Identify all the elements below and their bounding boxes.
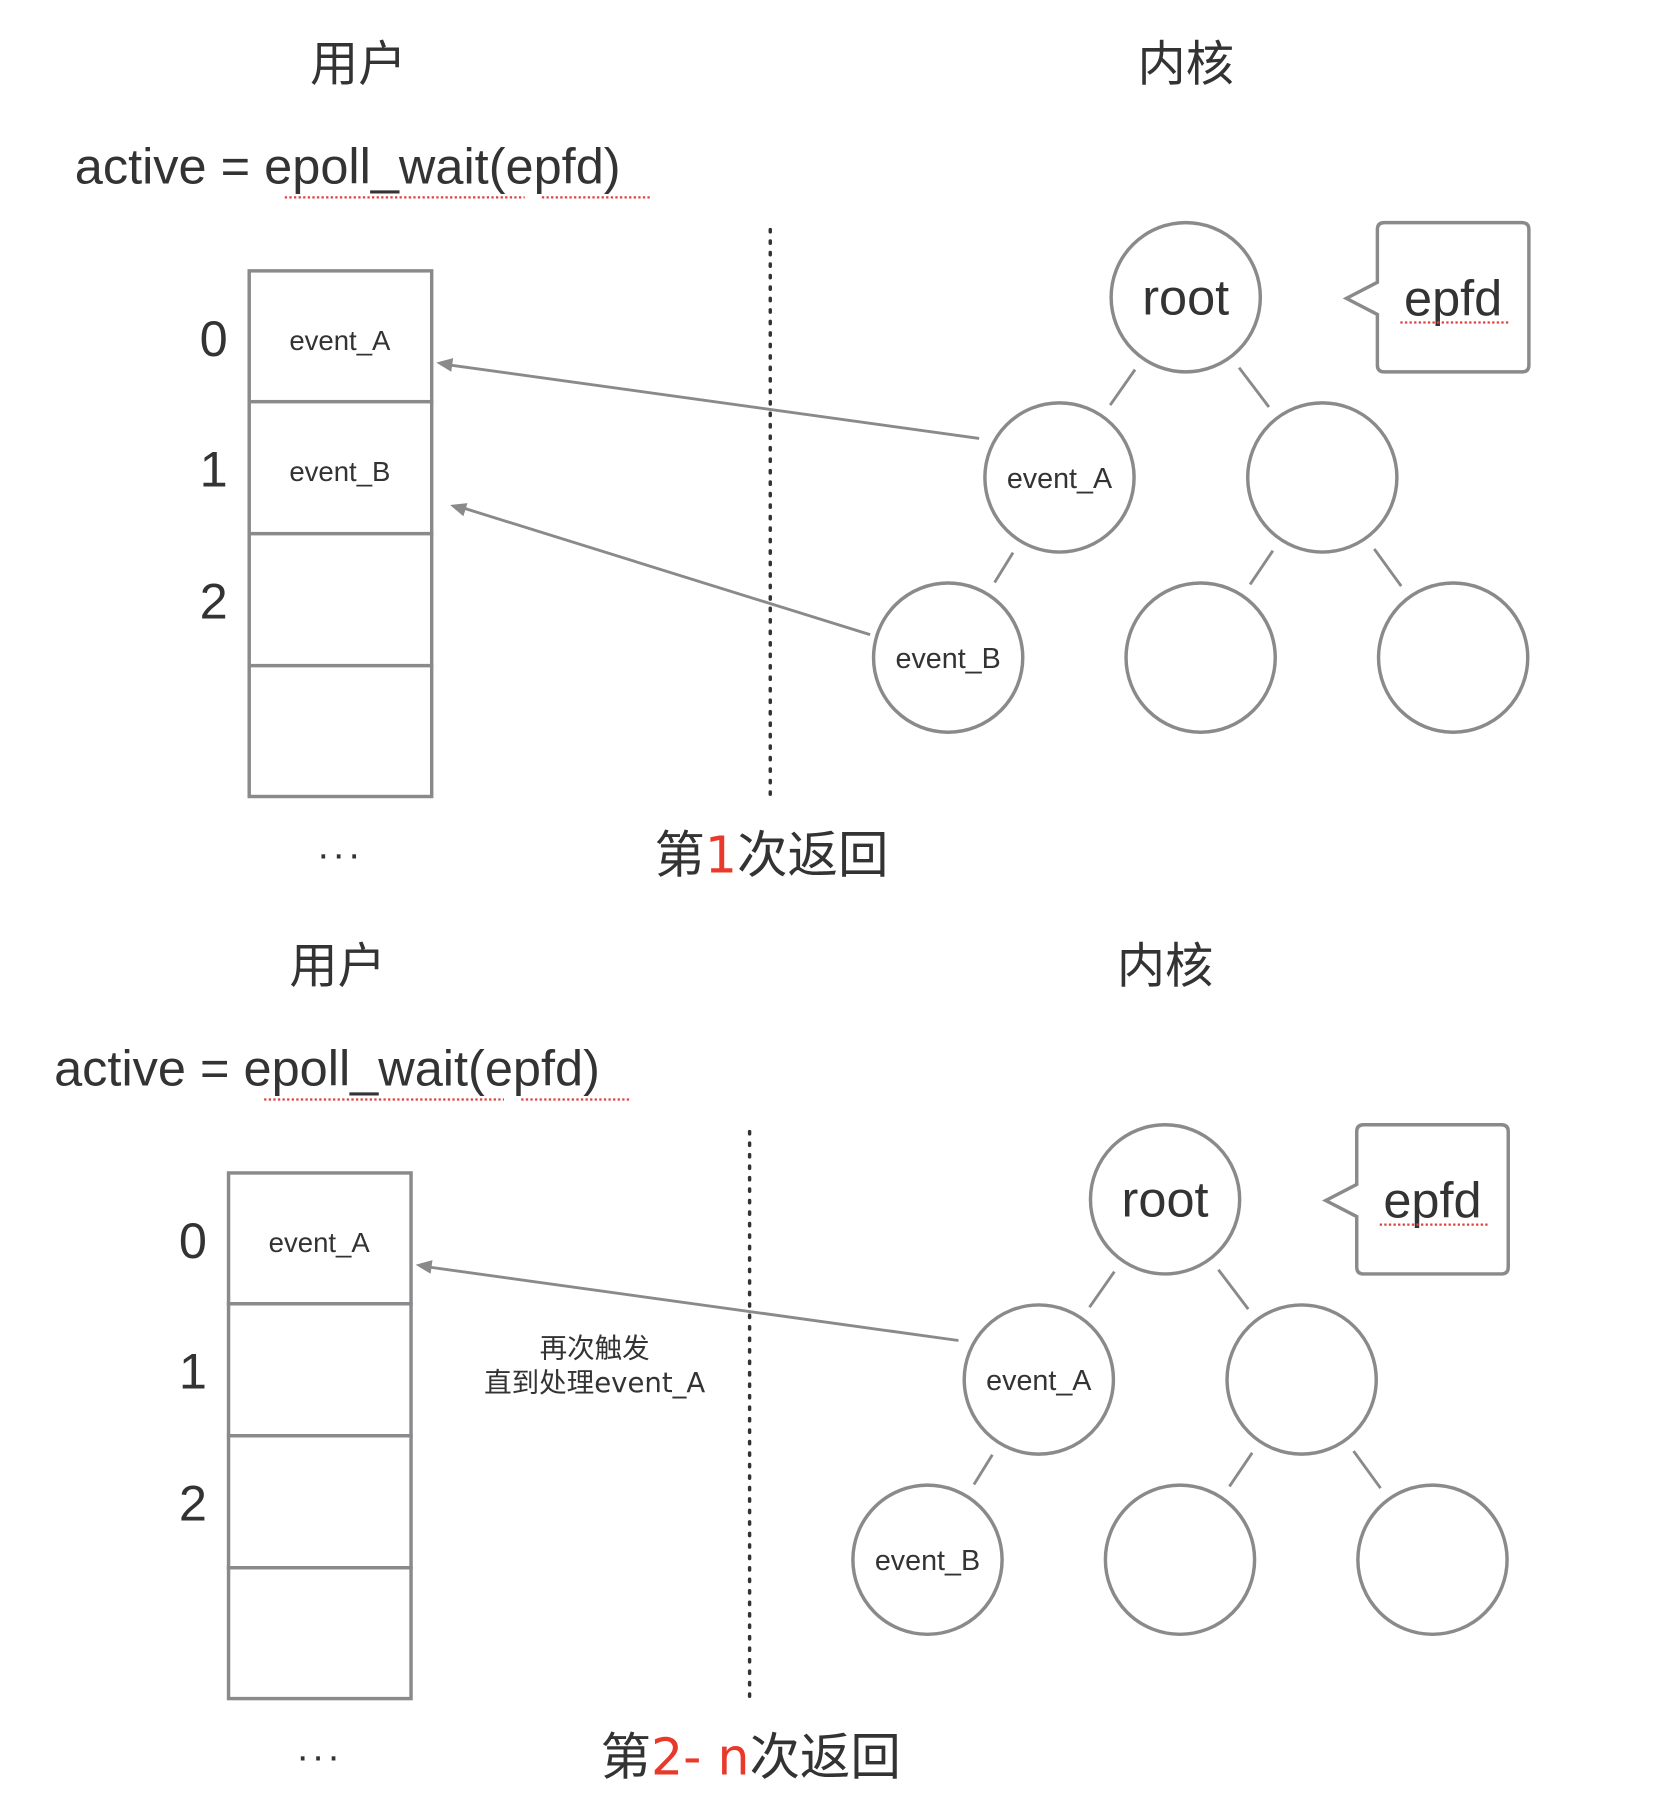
tree-node-4: [1356, 1483, 1509, 1637]
array-slot-2: [247, 531, 434, 668]
array-index-2: 2: [179, 1475, 207, 1532]
call-prefix: active =: [75, 138, 264, 195]
array-index-1: 1: [179, 1343, 207, 1400]
tree-node-label: event_A: [986, 1365, 1092, 1397]
tree-node-1: [1225, 1303, 1378, 1456]
tree-node-label: event_B: [896, 643, 1001, 675]
tree-root-label: root: [1142, 268, 1229, 325]
tree-edge: [1248, 549, 1275, 586]
kernel-space-label: 内核: [1117, 938, 1213, 994]
call-open: (: [468, 1040, 485, 1097]
return-arrow-event_B: [458, 505, 871, 637]
caption-part: 次返回: [749, 1727, 900, 1786]
tree-node-4: [1376, 581, 1530, 734]
array-slot-label: event_A: [289, 325, 391, 356]
tree-edge: [972, 1453, 994, 1486]
call-arg: epfd: [485, 1040, 583, 1097]
tree-edge: [1088, 1270, 1116, 1308]
caption-part: 2- n: [651, 1727, 749, 1786]
tree-edge: [993, 551, 1015, 584]
array-index-0: 0: [200, 310, 228, 367]
array-slot-3: [226, 1566, 413, 1701]
array-index-1: 1: [200, 441, 228, 498]
epfd-callout-label: epfd: [1404, 270, 1502, 327]
kernel-space-label: 内核: [1138, 36, 1234, 92]
call-close: ): [604, 138, 621, 195]
tree-node-label: event_B: [875, 1545, 980, 1577]
retrigger-note-line: 再次触发: [540, 1333, 650, 1365]
tree-edge: [1217, 1268, 1250, 1310]
tree-edge: [1352, 1450, 1382, 1490]
array-slot-3: [247, 663, 434, 799]
array-slot-label: event_B: [289, 456, 390, 487]
call-arg: epfd: [506, 138, 604, 195]
array-ellipsis: ...: [297, 1727, 343, 1770]
tree-node-1: [1245, 401, 1399, 554]
return-arrow-event_A: [424, 1265, 959, 1342]
panel-2: 用户 内核active = epoll_wait(epfd)event_A012.…: [54, 938, 1510, 1786]
call-close: ): [583, 1040, 600, 1097]
array-slot-1: [226, 1302, 413, 1438]
user-space-label: 用户: [289, 938, 385, 994]
panel-1: 用户 内核active = epoll_wait(epfd)event_Aeven…: [75, 36, 1531, 884]
user-space-label: 用户: [310, 36, 406, 92]
tree-node-label: event_A: [1007, 463, 1113, 495]
tree-edge: [1228, 1451, 1254, 1488]
arrowhead: [436, 358, 454, 372]
epoll-diagram: 用户 内核active = epoll_wait(epfd)event_Aeven…: [54, 36, 1531, 1786]
arrowhead: [415, 1260, 433, 1274]
return-caption: 第2- n次返回: [601, 1727, 901, 1786]
call-prefix: active =: [54, 1040, 243, 1097]
tree-edge: [1373, 548, 1403, 587]
call-open: (: [489, 138, 506, 195]
call-func: epoll_wait: [244, 1040, 469, 1097]
tree-root-label: root: [1122, 1171, 1209, 1228]
return-arrow-event_A: [445, 362, 980, 440]
call-func: epoll_wait: [264, 138, 489, 195]
caption-part: 次返回: [737, 825, 888, 884]
array-index-2: 2: [200, 573, 228, 630]
epoll-wait-call: active = epoll_wait(epfd): [75, 138, 621, 195]
array-index-0: 0: [179, 1212, 207, 1269]
epoll-wait-call: active = epoll_wait(epfd): [54, 1040, 600, 1097]
caption-part: 第: [654, 825, 704, 884]
retrigger-note-line: 直到处理event_A: [484, 1367, 705, 1399]
array-ellipsis: ...: [318, 824, 364, 867]
epfd-callout-label: epfd: [1383, 1172, 1481, 1229]
caption-part: 第: [601, 1727, 652, 1786]
return-caption: 第1次返回: [654, 825, 888, 884]
array-slot-label: event_A: [269, 1227, 371, 1258]
caption-part: 1: [705, 825, 737, 884]
arrowhead: [450, 503, 468, 517]
tree-edge: [1237, 366, 1271, 408]
tree-edge: [1109, 368, 1137, 406]
tree-node-3: [1124, 581, 1277, 734]
tree-node-3: [1103, 1483, 1257, 1637]
array-slot-2: [226, 1434, 413, 1570]
